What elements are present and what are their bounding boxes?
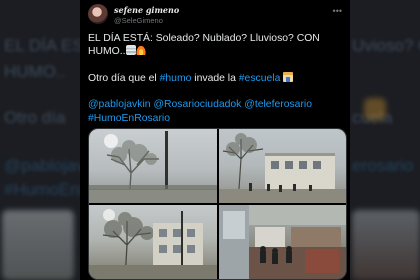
mention-pablojavkin[interactable]: @pablojavkin — [88, 99, 151, 110]
more-options-icon[interactable]: ••• — [333, 6, 342, 16]
fire-icon — [135, 45, 146, 56]
photo-tree-smoky-sky[interactable] — [89, 129, 217, 203]
tweet-line-1-text: EL DÍA ESTÁ: Soleado? Nublado? Lluvioso?… — [88, 33, 320, 58]
photo-tree-smoky-sky-art — [89, 131, 217, 203]
photo-tree-buildings-haze-art — [89, 209, 217, 279]
photo-classroom-hallway-art — [218, 205, 346, 279]
backdrop-text: erosario — [352, 156, 414, 175]
media-grid — [88, 128, 347, 280]
hashtag-line: #HumoEnRosario — [88, 112, 344, 125]
backdrop-photo — [352, 210, 420, 280]
fog-icon — [125, 45, 136, 56]
photo-classroom-hallway[interactable] — [218, 205, 346, 279]
school-icon — [283, 71, 294, 82]
hashtag-humo[interactable]: #humo — [160, 73, 192, 84]
tweet-header: sefene gimeno @SeleGimeno ••• — [88, 4, 342, 26]
avatar[interactable] — [88, 4, 108, 24]
tweet-line-1: EL DÍA ESTÁ: Soleado? Nublado? Lluvioso?… — [88, 32, 344, 59]
backdrop-text: HUMO.. — [4, 62, 66, 81]
tweet-line-2: Otro día que el #humo invade la #escuela — [88, 71, 344, 85]
backdrop-text: Otro día — [4, 108, 66, 127]
mentions-line: @pablojavkin @Rosariociudadok @teleferos… — [88, 98, 344, 111]
backdrop-text: Uvioso? CON — [352, 36, 420, 55]
user-handle[interactable]: @SeleGimeno — [114, 16, 163, 25]
backdrop-photo — [2, 210, 74, 280]
tweet-line-2-before: Otro día que el — [88, 72, 160, 84]
photo-schoolyard-students-art — [218, 133, 346, 203]
hashtag-humo-en-rosario[interactable]: #HumoEnRosario — [88, 113, 170, 124]
backdrop-emoji — [364, 98, 386, 120]
tweet-line-2-middle: invade la — [191, 72, 239, 84]
mention-rosariociudadok[interactable]: @Rosariociudadok — [153, 99, 241, 110]
display-name[interactable]: sefene gimeno — [114, 5, 179, 15]
hashtag-escuela[interactable]: #escuela — [239, 73, 281, 84]
tweet-text: EL DÍA ESTÁ: Soleado? Nublado? Lluvioso?… — [88, 32, 344, 125]
photo-schoolyard-students[interactable] — [218, 129, 346, 203]
photo-tree-buildings-haze[interactable] — [89, 205, 217, 279]
mention-teleferosario[interactable]: @teleferosario — [244, 99, 312, 110]
